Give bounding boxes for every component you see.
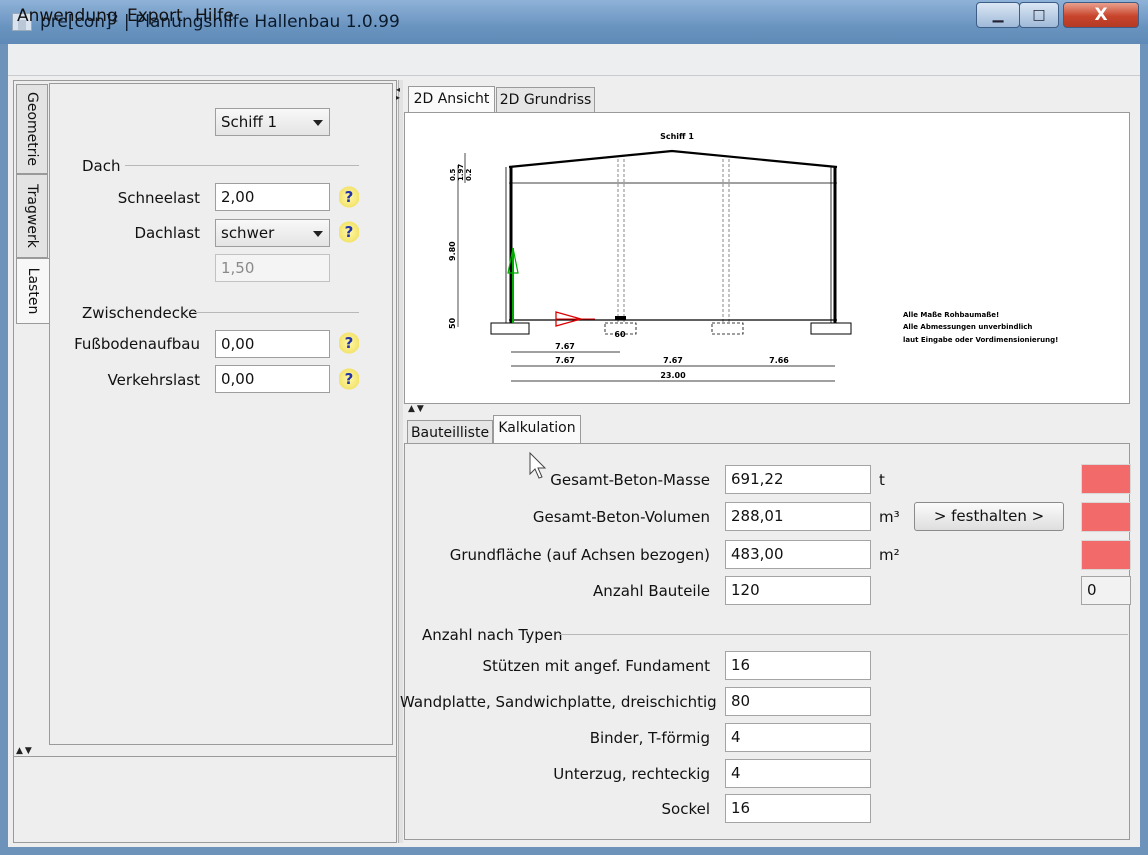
gesamt-beton-masse-value[interactable]: 691,22 xyxy=(725,465,871,494)
drawing-area: Schiff 1 60 0.5 1.97 0.2 9.80 50 7.67 7.… xyxy=(404,112,1130,404)
drawing-note: Alle Abmessungen unverbindlich xyxy=(903,323,1032,331)
anzahl-nach-typen-title: Anzahl nach Typen xyxy=(422,626,563,644)
unit-t: t xyxy=(879,471,885,489)
dachlast-select[interactable]: schwer xyxy=(215,219,330,247)
status-indicator-red xyxy=(1081,464,1131,494)
tab-tragwerk[interactable]: Tragwerk xyxy=(16,174,48,258)
gesamt-beton-masse-label: Gesamt-Beton-Masse xyxy=(550,471,710,489)
verkehrslast-input[interactable]: 0,00 xyxy=(215,365,330,393)
roof-line xyxy=(508,149,838,169)
footing-right xyxy=(810,322,852,335)
tab-lasten[interactable]: Lasten xyxy=(16,258,50,324)
grundflaeche-value[interactable]: 483,00 xyxy=(725,540,871,569)
footing-inner xyxy=(711,322,744,335)
dim-0-2: 0.2 xyxy=(465,168,473,181)
schneelast-input[interactable]: 2,00 xyxy=(215,183,330,211)
tab-2d-ansicht[interactable]: 2D Ansicht xyxy=(408,86,495,113)
footing-dim: 60 xyxy=(614,330,626,339)
unit-m2: m² xyxy=(879,546,900,564)
maximize-button[interactable]: □ xyxy=(1019,2,1059,28)
drawing-note: laut Eingabe oder Vordimensionierung! xyxy=(903,336,1058,344)
marker-black xyxy=(615,316,626,320)
dim-row1-0: 7.67 xyxy=(555,342,575,351)
divider xyxy=(193,312,359,313)
footing-left xyxy=(490,322,530,335)
dim-50: 50 xyxy=(448,317,457,329)
anzahl-bauteile-saved: 0 xyxy=(1081,576,1131,605)
dim-1-97: 1.97 xyxy=(457,164,465,181)
type-value-sockel[interactable]: 16 xyxy=(725,794,871,823)
ship-select-value: Schiff 1 xyxy=(221,113,278,131)
splitter-handle[interactable]: ▲▼ xyxy=(16,746,34,756)
tab-lasten-label: Lasten xyxy=(25,267,41,315)
elevation-drawing: Schiff 1 60 0.5 1.97 0.2 9.80 50 7.67 7.… xyxy=(448,132,1058,382)
gesamt-beton-volumen-value[interactable]: 288,01 xyxy=(725,502,871,531)
drawing-note: Alle Maße Rohbaumaße! xyxy=(903,311,999,319)
help-icon[interactable]: ? xyxy=(339,221,359,243)
type-label-stuetzen: Stützen mit angef. Fundament xyxy=(482,657,710,675)
menu-bar xyxy=(8,44,1140,76)
type-label-wandplatte: Wandplatte, Sandwichplatte, dreischichti… xyxy=(400,693,717,711)
dim-0-5: 0.5 xyxy=(449,168,457,181)
type-label-sockel: Sockel xyxy=(661,800,711,818)
close-button[interactable]: X xyxy=(1063,2,1139,28)
status-indicator-red xyxy=(1081,540,1131,570)
splitter-handle[interactable]: ◂ ▸ xyxy=(396,86,400,102)
minimize-button[interactable]: ▁ xyxy=(976,2,1020,28)
dim-row2-2: 7.66 xyxy=(769,356,789,365)
divider xyxy=(14,756,396,757)
dachlast-value-field: 1,50 xyxy=(215,254,330,282)
type-value-unterzug[interactable]: 4 xyxy=(725,759,871,788)
chevron-down-icon xyxy=(313,120,323,126)
splitter-handle[interactable]: ▲▼ xyxy=(408,404,426,414)
anzahl-bauteile-value[interactable]: 120 xyxy=(725,576,871,605)
gesamt-beton-volumen-label: Gesamt-Beton-Volumen xyxy=(532,508,710,526)
fussbodenaufbau-input[interactable]: 0,00 xyxy=(215,330,330,358)
ship-select[interactable]: Schiff 1 xyxy=(215,108,330,136)
type-value-stuetzen[interactable]: 16 xyxy=(725,651,871,680)
type-value-wandplatte[interactable]: 80 xyxy=(725,687,871,716)
verkehrslast-label: Verkehrslast xyxy=(107,371,200,389)
chevron-down-icon xyxy=(313,231,323,237)
tab-geometrie-label: Geometrie xyxy=(24,91,40,167)
tab-geometrie[interactable]: Geometrie xyxy=(16,84,48,174)
help-icon[interactable]: ? xyxy=(339,368,359,390)
dachlast-label: Dachlast xyxy=(134,224,200,242)
grundflaeche-label: Grundfläche (auf Achsen bezogen) xyxy=(449,546,710,564)
type-label-binder: Binder, T-förmig xyxy=(589,729,710,747)
menu-anwendung[interactable]: Anwendung xyxy=(17,6,118,26)
tab-kalkulation[interactable]: Kalkulation xyxy=(493,415,581,444)
unit-m3: m³ xyxy=(879,508,900,526)
fussbodenaufbau-label: Fußbodenaufbau xyxy=(74,335,200,353)
tab-tragwerk-label: Tragwerk xyxy=(24,184,40,248)
type-label-unterzug: Unterzug, rechteckig xyxy=(553,765,710,783)
status-indicator-red xyxy=(1081,502,1131,532)
dim-row2-1: 7.67 xyxy=(663,356,683,365)
divider xyxy=(560,634,1128,635)
drawing-title: Schiff 1 xyxy=(660,132,694,141)
menu-export[interactable]: Export xyxy=(127,6,183,26)
dachlast-select-value: schwer xyxy=(221,224,275,242)
divider xyxy=(125,165,359,166)
type-value-binder[interactable]: 4 xyxy=(725,723,871,752)
schneelast-label: Schneelast xyxy=(117,189,200,207)
zwischendecke-section-title: Zwischendecke xyxy=(82,304,198,322)
tab-2d-grundriss[interactable]: 2D Grundriss xyxy=(496,87,595,113)
festhalten-button[interactable]: > festhalten > xyxy=(914,502,1064,531)
menu-hilfe[interactable]: Hilfe xyxy=(195,6,234,26)
anzahl-bauteile-label: Anzahl Bauteile xyxy=(593,582,710,600)
help-icon[interactable]: ? xyxy=(339,332,359,354)
dim-row2-0: 7.67 xyxy=(555,356,575,365)
help-icon[interactable]: ? xyxy=(339,186,359,208)
dach-section-title: Dach xyxy=(82,157,121,175)
dim-total: 23.00 xyxy=(660,371,686,380)
dim-9-80: 9.80 xyxy=(448,241,457,261)
